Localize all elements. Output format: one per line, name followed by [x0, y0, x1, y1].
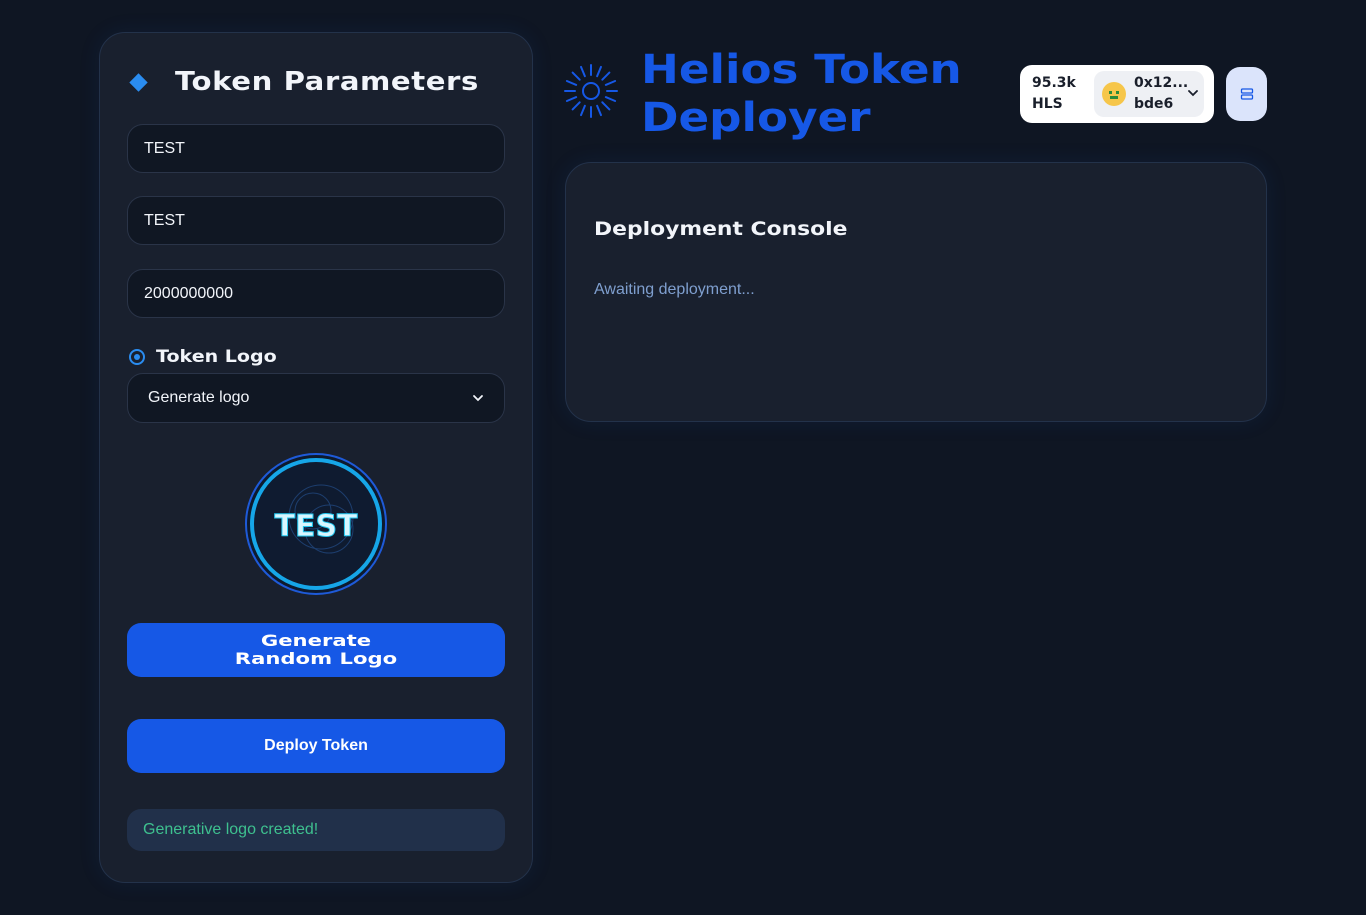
avatar-icon: [1102, 82, 1126, 106]
wallet-address: 0x12... bde6: [1134, 73, 1188, 115]
status-message: Generative logo created!: [127, 809, 505, 851]
wallet-balance: 95.3k HLS: [1032, 73, 1094, 115]
address-line1: 0x12...: [1134, 75, 1189, 91]
token-supply-input[interactable]: 2000000000: [127, 269, 505, 318]
address-line2: bde6: [1134, 96, 1174, 112]
token-parameters-panel: Token Parameters TEST TEST 2000000000 To…: [99, 32, 533, 883]
console-title: Deployment Console: [594, 218, 848, 240]
sun-logo-icon: [564, 64, 618, 118]
token-name-input[interactable]: TEST: [127, 124, 505, 173]
generate-button-line1: Generate: [260, 631, 372, 650]
balance-amount: 95.3k: [1032, 75, 1076, 91]
token-symbol-input[interactable]: TEST: [127, 196, 505, 245]
page: Token Parameters TEST TEST 2000000000 To…: [0, 0, 1366, 915]
balance-unit: HLS: [1032, 96, 1063, 112]
deploy-token-button[interactable]: Deploy Token: [127, 719, 505, 773]
radio-icon: [129, 349, 145, 365]
logo-preview-text: TEST: [274, 509, 358, 544]
token-logo-preview: TEST: [245, 453, 387, 595]
generate-random-logo-button[interactable]: Generate Random Logo: [127, 623, 505, 677]
generate-button-line2: Random Logo: [234, 649, 398, 668]
token-logo-label-row: Token Logo: [129, 347, 277, 367]
panel-title: Token Parameters: [175, 67, 479, 97]
diamond-icon: [129, 72, 148, 92]
token-logo-label: Token Logo: [156, 347, 277, 367]
account-button[interactable]: 0x12... bde6: [1094, 71, 1204, 117]
menu-icon: [1240, 88, 1253, 100]
console-log: Awaiting deployment...: [594, 281, 755, 298]
menu-button[interactable]: [1226, 67, 1267, 121]
deployment-console: Deployment Console Awaiting deployment..…: [565, 162, 1267, 422]
wallet-widget[interactable]: 95.3k HLS 0x12... bde6: [1020, 65, 1214, 123]
logo-mode-select[interactable]: Generate logo: [127, 373, 505, 423]
chevron-down-icon: [1188, 90, 1198, 97]
app-title: Helios Token Deployer: [641, 47, 962, 141]
logo-mode-selected: Generate logo: [148, 389, 250, 406]
chevron-down-icon: [473, 395, 483, 402]
panel-header: Token Parameters: [128, 67, 478, 97]
